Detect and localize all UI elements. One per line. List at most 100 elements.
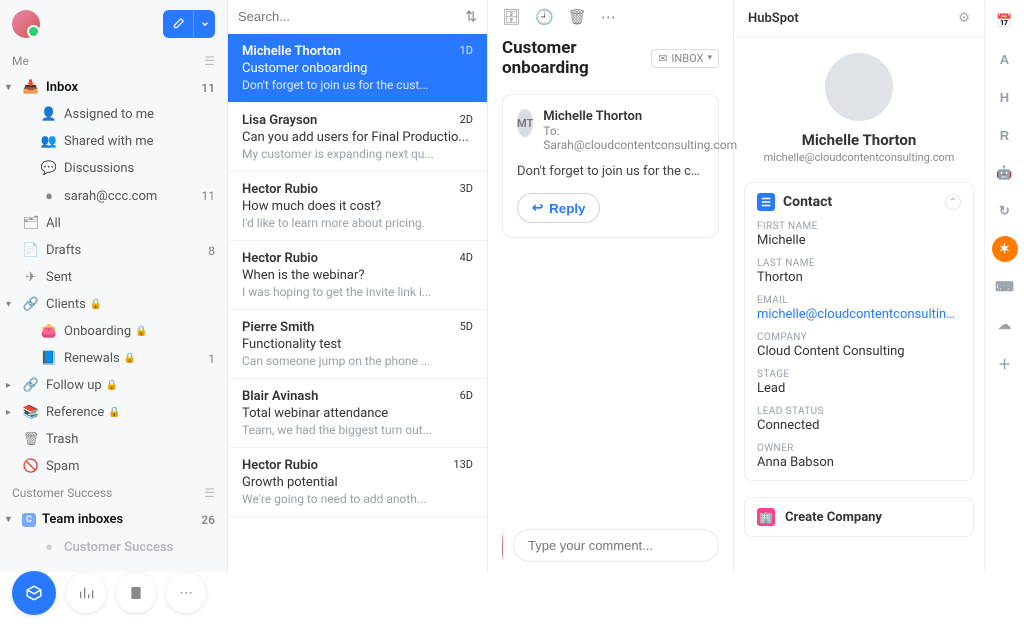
field-value[interactable]: Michelle bbox=[757, 233, 961, 248]
field-label: OWNER bbox=[757, 443, 961, 454]
thread-item[interactable]: Hector Rubio4DWhen is the webinar?I was … bbox=[228, 241, 487, 310]
thread-time: 6D bbox=[460, 389, 473, 404]
folder-icon: 🔗 bbox=[22, 297, 40, 312]
inbox-badge[interactable]: ✉ INBOX ▾ bbox=[651, 49, 719, 68]
delete-button[interactable]: 🗑 bbox=[568, 8, 587, 26]
thread-item[interactable]: Hector Rubio13DGrowth potentialWe're goi… bbox=[228, 448, 487, 517]
chevron-icon: ▾ bbox=[6, 299, 11, 310]
thread-subject: Functionality test bbox=[242, 337, 473, 352]
field-value[interactable]: Lead bbox=[757, 381, 961, 396]
archive-button[interactable]: 🗄 bbox=[502, 8, 521, 26]
thread-preview: Can someone jump on the phone ... bbox=[242, 354, 473, 368]
rail-r[interactable]: R bbox=[992, 122, 1018, 148]
folder-sent[interactable]: ✈Sent bbox=[0, 264, 227, 291]
thread-from: Pierre Smith bbox=[242, 320, 314, 335]
field-value[interactable]: Anna Babson bbox=[757, 455, 961, 470]
compose-dropdown[interactable] bbox=[193, 10, 215, 38]
folder-sarah-ccc-com[interactable]: ●sarah@ccc.com11 bbox=[0, 182, 227, 210]
folder-count: 8 bbox=[208, 244, 215, 258]
rail-a[interactable]: A bbox=[992, 46, 1018, 72]
folder-discussions[interactable]: 💬Discussions bbox=[0, 155, 227, 182]
rail-bot[interactable]: 🤖 bbox=[992, 160, 1018, 186]
sort-button[interactable]: ⇅ bbox=[465, 8, 477, 25]
contacts-button[interactable] bbox=[116, 573, 156, 613]
chevron-down-icon bbox=[200, 19, 210, 29]
thread-subject: Can you add users for Final Productio... bbox=[242, 130, 473, 145]
folder-label: Onboarding bbox=[64, 324, 131, 339]
filter-icon[interactable]: ☰ bbox=[204, 54, 215, 68]
contact-card-icon: ☰ bbox=[757, 193, 775, 211]
dot-icon: ● bbox=[40, 539, 58, 555]
snooze-button[interactable]: 🕘 bbox=[535, 8, 554, 26]
folder-label: Assigned to me bbox=[64, 107, 154, 122]
folder-renewals[interactable]: 📘Renewals🔒1 bbox=[0, 345, 227, 372]
folder-follow-up[interactable]: ▸🔗Follow up🔒 bbox=[0, 372, 227, 399]
inbox-badge-icon: ✉ bbox=[658, 52, 667, 65]
section-me: Me ☰ bbox=[0, 48, 227, 74]
folder-trash[interactable]: 🗑Trash bbox=[0, 426, 227, 453]
field-value[interactable]: Thorton bbox=[757, 270, 961, 285]
rail-cloud[interactable]: ☁ bbox=[992, 312, 1018, 338]
reply-button[interactable]: ↩ Reply bbox=[517, 193, 600, 223]
filter-icon[interactable]: ☰ bbox=[204, 486, 215, 500]
thread-time: 13D bbox=[453, 458, 473, 473]
folder-onboarding[interactable]: 👛Onboarding🔒 bbox=[0, 318, 227, 345]
folder-drafts[interactable]: 📄Drafts8 bbox=[0, 237, 227, 264]
compose-button[interactable] bbox=[163, 10, 193, 38]
comment-avatar bbox=[502, 533, 503, 559]
folder-icon: 👛 bbox=[40, 324, 58, 339]
gear-icon[interactable]: ⚙ bbox=[958, 10, 970, 26]
search-input[interactable] bbox=[238, 9, 465, 24]
contact-email: michelle@cloudcontentconsulting.com bbox=[744, 151, 974, 164]
folder-label: Spam bbox=[46, 459, 80, 474]
collapse-icon[interactable]: ⌃ bbox=[945, 194, 961, 210]
chart-icon bbox=[78, 585, 94, 601]
folder-team-inboxes[interactable]: ▾ C Team inboxes 26 bbox=[0, 506, 227, 533]
rail-h[interactable]: H bbox=[992, 84, 1018, 110]
recipient-line: To: Sarah@cloudcontentconsulting.com bbox=[543, 124, 737, 152]
field-value[interactable]: michelle@cloudcontentconsulting.... bbox=[757, 307, 961, 322]
thread-item[interactable]: Pierre Smith5DFunctionality testCan some… bbox=[228, 310, 487, 379]
rail-hubspot[interactable]: ✶ bbox=[992, 236, 1018, 262]
thread-item[interactable]: Blair Avinash6DTotal webinar attendanceT… bbox=[228, 379, 487, 448]
comment-input[interactable] bbox=[513, 529, 719, 562]
folder-customer-success-child[interactable]: ● Customer Success bbox=[0, 533, 227, 561]
folder-icon: 📄 bbox=[22, 243, 40, 258]
analytics-button[interactable] bbox=[66, 573, 106, 613]
more-actions-button[interactable]: ⋯ bbox=[601, 8, 616, 26]
folder-icon: 📥 bbox=[22, 80, 40, 95]
user-avatar[interactable] bbox=[12, 10, 40, 38]
rail-refresh[interactable]: ↻ bbox=[992, 198, 1018, 224]
folder-reference[interactable]: ▸📚Reference🔒 bbox=[0, 399, 227, 426]
rail-keyboard[interactable]: ⌨ bbox=[992, 274, 1018, 300]
folder-all[interactable]: 🗂All bbox=[0, 210, 227, 237]
more-button[interactable]: ⋯ bbox=[166, 573, 206, 613]
thread-item[interactable]: Hector Rubio3DHow much does it cost?I'd … bbox=[228, 172, 487, 241]
thread-item[interactable]: Lisa Grayson2DCan you add users for Fina… bbox=[228, 103, 487, 172]
folder-assigned-to-me[interactable]: 👤Assigned to me bbox=[0, 101, 227, 128]
create-company-button[interactable]: 🏢 Create Company bbox=[744, 497, 974, 537]
rail-calendar[interactable]: 📅 bbox=[992, 8, 1018, 34]
folder-shared-with-me[interactable]: 👥Shared with me bbox=[0, 128, 227, 155]
folder-spam[interactable]: 🚫Spam bbox=[0, 453, 227, 480]
folder-icon: 🔗 bbox=[22, 378, 40, 393]
reading-pane: 🗄 🕘 🗑 ⋯ Customer onboarding ✉ INBOX ▾ MT… bbox=[488, 0, 734, 572]
folder-icon: 👥 bbox=[40, 134, 58, 149]
folder-clients[interactable]: ▾🔗Clients🔒 bbox=[0, 291, 227, 318]
rail-add[interactable]: ＋ bbox=[992, 350, 1018, 376]
contact-card: ☰ Contact ⌃ FIRST NAME Michelle LAST NAM… bbox=[744, 182, 974, 481]
thread-time: 2D bbox=[460, 113, 473, 128]
folder-icon: 📚 bbox=[22, 405, 40, 420]
field-value[interactable]: Cloud Content Consulting bbox=[757, 344, 961, 359]
contact-name: Michelle Thorton bbox=[744, 131, 974, 149]
folder-inbox[interactable]: ▾📥Inbox11 bbox=[0, 74, 227, 101]
folder-label: Renewals bbox=[64, 351, 120, 366]
chevron-icon: ▾ bbox=[6, 82, 11, 93]
field-value[interactable]: Connected bbox=[757, 418, 961, 433]
folder-count: 11 bbox=[202, 189, 216, 203]
inbox-fab[interactable] bbox=[12, 571, 56, 615]
thread-item[interactable]: Michelle Thorton1DCustomer onboardingDon… bbox=[228, 34, 487, 103]
hubspot-title: HubSpot bbox=[748, 11, 799, 26]
folder-label: Customer Success bbox=[64, 540, 173, 555]
field-label: LAST NAME bbox=[757, 258, 961, 269]
